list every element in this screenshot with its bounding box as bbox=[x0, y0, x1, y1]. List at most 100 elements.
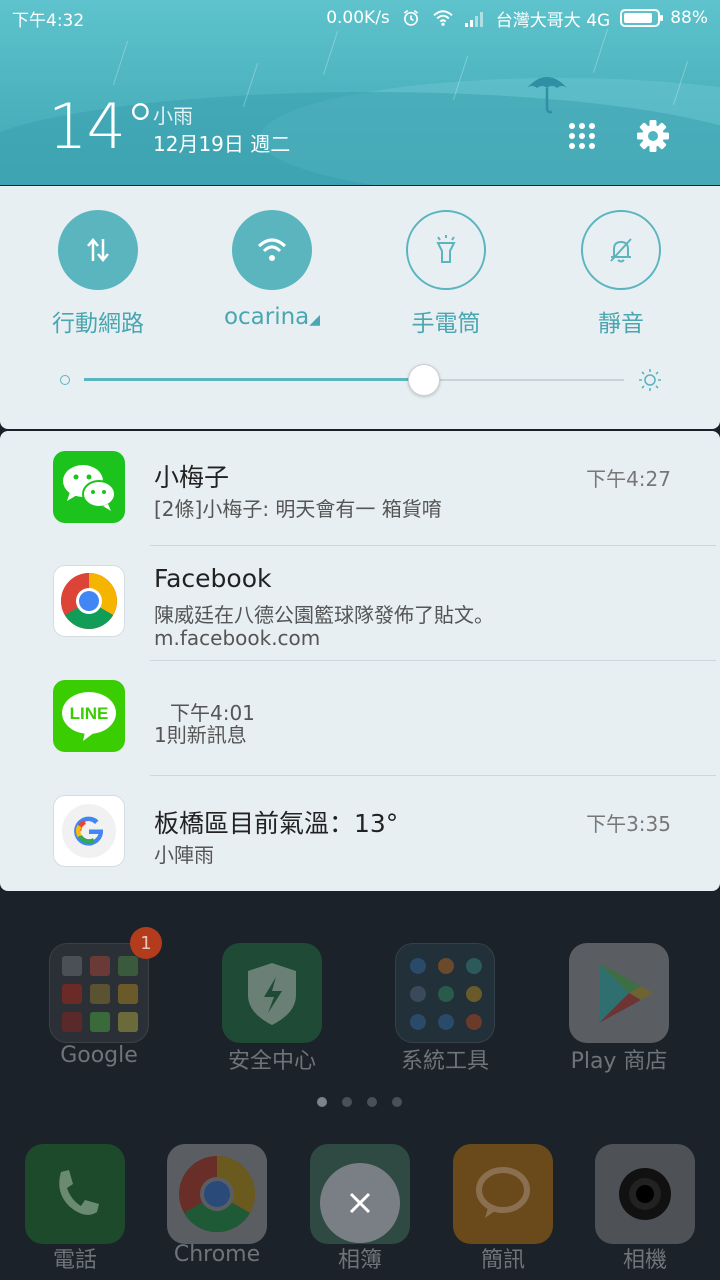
toggle-circle[interactable] bbox=[406, 210, 486, 290]
battery-fill bbox=[624, 13, 653, 23]
toggle-label: 靜音 bbox=[598, 311, 644, 337]
toggle-wifi[interactable]: ocarina◢ bbox=[217, 210, 327, 330]
app-label: Google bbox=[60, 1043, 138, 1068]
brightness-slider[interactable] bbox=[56, 364, 676, 396]
weather-date: 12月19日 週二 bbox=[153, 132, 291, 156]
weather-header: 下午4:32 0.00K/s 台灣大哥大 4G 88% 14° 小雨 12月19… bbox=[0, 0, 720, 185]
flashlight-icon bbox=[436, 235, 456, 263]
line-logo-text: LINE bbox=[70, 704, 109, 723]
notification-item[interactable]: 小梅子 下午4:27 [2條]小梅子: 明天會有一 箱貨唷 bbox=[0, 431, 720, 546]
play-store-icon bbox=[599, 963, 653, 1023]
notification-text: 1則新訊息 bbox=[154, 723, 247, 747]
camera-app-icon[interactable] bbox=[595, 1144, 695, 1244]
page-indicator-dot bbox=[342, 1097, 352, 1107]
notification-title: 小梅子 bbox=[154, 463, 230, 492]
page-indicator-dot bbox=[317, 1097, 327, 1107]
divider bbox=[150, 775, 716, 776]
toggle-label: 行動網路 bbox=[52, 311, 144, 337]
line-icon: LINE bbox=[62, 692, 116, 741]
chrome-app-icon bbox=[53, 565, 125, 637]
notification-title: 板橋區目前氣溫：13° bbox=[154, 809, 399, 838]
camera-lens-icon bbox=[619, 1168, 671, 1220]
notification-text: [2條]小梅子: 明天會有一 箱貨唷 bbox=[154, 497, 442, 521]
mobile-data-icon bbox=[87, 238, 109, 262]
notification-text: 小陣雨 bbox=[154, 843, 214, 867]
wifi-network-name: ocarina bbox=[223, 304, 310, 330]
app-label: 電話 bbox=[52, 1248, 97, 1273]
line-app-icon: LINE bbox=[53, 680, 125, 752]
gear-icon bbox=[637, 120, 669, 152]
brightness-low-icon bbox=[60, 375, 70, 385]
shield-bolt-icon bbox=[248, 963, 296, 1025]
umbrella-icon bbox=[527, 77, 567, 114]
divider bbox=[150, 545, 716, 546]
app-label: 系統工具 bbox=[400, 1049, 489, 1074]
battery-percent: 88% bbox=[670, 8, 708, 28]
chrome-icon bbox=[61, 573, 117, 629]
messages-app-icon[interactable] bbox=[453, 1144, 553, 1244]
play-store-app-icon[interactable] bbox=[569, 943, 669, 1043]
status-bar: 下午4:32 0.00K/s 台灣大哥大 4G 88% bbox=[0, 0, 720, 36]
notification-time: 下午4:27 bbox=[586, 467, 671, 491]
expand-triangle-icon: ◢ bbox=[309, 312, 321, 328]
toggle-label: 手電筒 bbox=[411, 311, 481, 337]
google-app-icon bbox=[53, 795, 125, 867]
notification-list: 小梅子 下午4:27 [2條]小梅子: 明天會有一 箱貨唷 Facebook 陳… bbox=[0, 431, 720, 891]
battery-icon bbox=[620, 9, 664, 27]
app-label: 相機 bbox=[622, 1248, 667, 1273]
alarm-icon bbox=[403, 9, 418, 26]
app-label: 簡訊 bbox=[480, 1248, 525, 1273]
message-bubble-icon bbox=[476, 1167, 530, 1218]
mute-bell-icon bbox=[610, 238, 632, 263]
close-icon bbox=[349, 1192, 371, 1214]
settings-button[interactable] bbox=[633, 116, 673, 156]
rain-streak bbox=[322, 30, 339, 76]
chrome-dock-icon[interactable] bbox=[167, 1144, 267, 1244]
toggle-flashlight[interactable]: 手電筒 bbox=[391, 210, 501, 338]
toggle-mobile-data[interactable]: 行動網路 bbox=[43, 210, 153, 338]
notification-title: Facebook bbox=[154, 564, 272, 593]
wifi-icon bbox=[257, 238, 287, 261]
app-label: 相簿 bbox=[337, 1248, 382, 1273]
grid-menu-button[interactable] bbox=[562, 116, 602, 156]
notification-item[interactable]: LINE 下午4:01 1則新訊息 bbox=[0, 660, 720, 775]
weather-condition: 小雨 bbox=[153, 104, 193, 128]
notification-item[interactable]: Facebook 陳威廷在八德公園籃球隊發佈了貼文。 m.facebook.co… bbox=[0, 545, 720, 660]
wechat-app-icon bbox=[53, 451, 125, 523]
slider-thumb[interactable] bbox=[408, 364, 441, 396]
clear-notifications-button[interactable] bbox=[320, 1163, 400, 1243]
folder-grid-icon bbox=[62, 956, 138, 1032]
page-indicator-dot bbox=[392, 1097, 402, 1107]
carrier-label: 台灣大哥大 4G bbox=[495, 10, 611, 31]
rain-streak bbox=[112, 40, 129, 86]
status-time: 下午4:32 bbox=[12, 10, 85, 31]
page-indicator-dot bbox=[367, 1097, 377, 1107]
toggle-circle[interactable] bbox=[581, 210, 661, 290]
quick-settings-panel: 行動網路 ocarina◢ 手電筒 靜音 bbox=[0, 186, 720, 429]
notification-badge: 1 bbox=[130, 927, 162, 959]
brightness-high-icon bbox=[639, 369, 661, 391]
app-label: Chrome bbox=[173, 1242, 261, 1267]
notification-text: 陳威廷在八德公園籃球隊發佈了貼文。 bbox=[154, 603, 494, 627]
folder-grid-icon bbox=[410, 958, 482, 1030]
grid-icon bbox=[569, 123, 595, 149]
slider-fill bbox=[84, 378, 425, 381]
system-tools-folder[interactable] bbox=[395, 943, 495, 1043]
signal-icon bbox=[464, 12, 483, 27]
phone-app-icon[interactable] bbox=[25, 1144, 125, 1244]
app-label: 安全中心 bbox=[227, 1049, 316, 1074]
toggle-circle[interactable] bbox=[58, 210, 138, 290]
divider bbox=[150, 660, 716, 661]
toggle-mute[interactable]: 靜音 bbox=[566, 210, 676, 338]
temperature[interactable]: 14° bbox=[48, 90, 156, 163]
wifi-icon bbox=[433, 10, 453, 26]
phone-icon bbox=[59, 1170, 99, 1215]
toggle-label: ocarina◢ bbox=[217, 304, 327, 330]
notification-item[interactable]: 板橋區目前氣溫：13° 下午3:35 小陣雨 bbox=[0, 775, 720, 890]
google-g-icon bbox=[62, 804, 116, 858]
google-folder[interactable] bbox=[49, 943, 149, 1043]
chrome-icon bbox=[179, 1155, 256, 1233]
app-label: Play 商店 bbox=[570, 1049, 668, 1074]
toggle-circle[interactable] bbox=[232, 210, 312, 290]
security-app-icon[interactable] bbox=[222, 943, 322, 1043]
